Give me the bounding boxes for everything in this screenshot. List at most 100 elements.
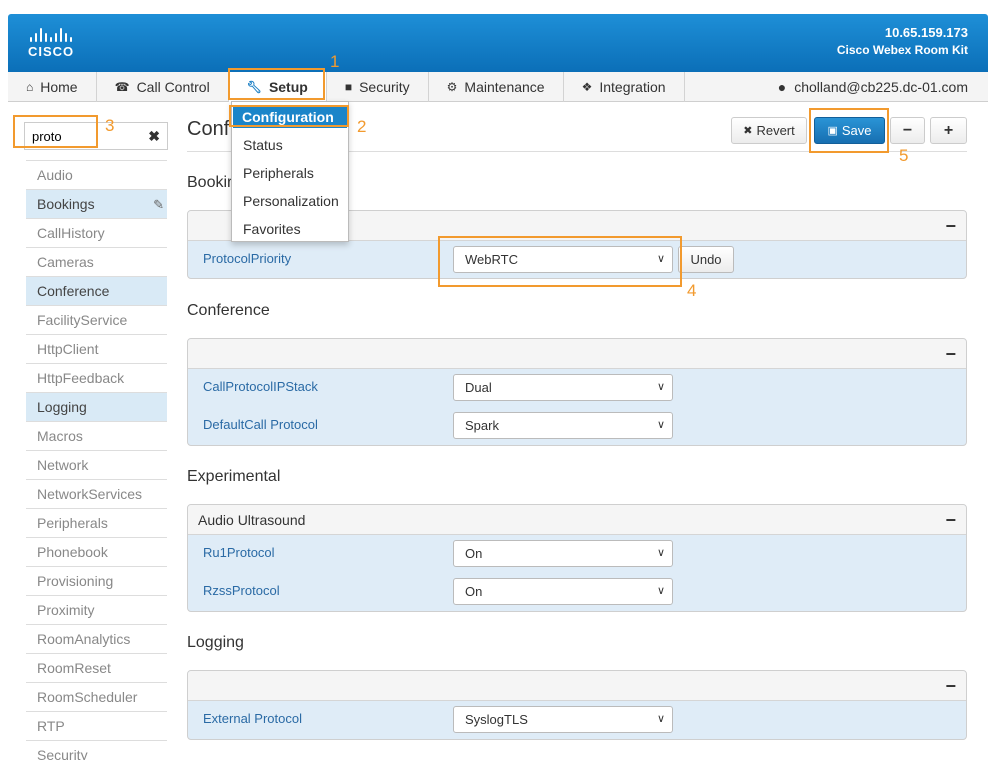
setting-row: External Protocol SyslogTLS ∨ [188, 701, 966, 739]
cisco-logo: CISCO [28, 28, 88, 62]
setting-row: RzssProtocol On ∨ [188, 573, 966, 611]
clear-search-icon[interactable]: ✖ [148, 128, 160, 145]
nav-home[interactable]: ⌂ Home [8, 72, 97, 102]
revert-label: Revert [756, 123, 795, 138]
phone-icon: ☎ [114, 80, 130, 94]
menu-item-favorites[interactable]: Favorites [232, 215, 348, 243]
collapse-all-button[interactable]: − [890, 117, 925, 144]
setting-row: DefaultCall Protocol Spark ∨ [188, 407, 966, 445]
ru1-protocol-select[interactable]: On ∨ [453, 540, 673, 567]
panel-header: Audio Ultrasound − [188, 505, 966, 535]
nav-maintenance-label: Maintenance [464, 79, 545, 95]
sidebar-item-peripherals[interactable]: Peripherals [26, 508, 167, 537]
nav-security-label: Security [359, 79, 410, 95]
collapse-icon[interactable]: − [945, 505, 956, 535]
sidebar-item-audio[interactable]: Audio [26, 160, 167, 189]
setting-label: External Protocol [203, 711, 302, 726]
nav-maintenance[interactable]: ⚙ Maintenance [429, 72, 564, 102]
sidebar-item-cameras[interactable]: Cameras [26, 247, 167, 276]
sidebar-item-callhistory[interactable]: CallHistory [26, 218, 167, 247]
app-header: CISCO 10.65.159.173 Cisco Webex Room Kit [8, 14, 988, 72]
sidebar-item-roomscheduler[interactable]: RoomScheduler [26, 682, 167, 711]
sidebar-item-httpclient[interactable]: HttpClient [26, 334, 167, 363]
menu-item-personalization[interactable]: Personalization [232, 187, 348, 215]
external-protocol-select[interactable]: SyslogTLS ∨ [453, 706, 673, 733]
user-icon: ● [777, 79, 787, 95]
nav-integration[interactable]: ❖ Integration [564, 72, 685, 102]
sidebar-item-macros[interactable]: Macros [26, 421, 167, 450]
collapse-icon[interactable]: − [945, 211, 956, 241]
sidebar-item-facilityservice[interactable]: FacilityService [26, 305, 167, 334]
home-icon: ⌂ [26, 80, 34, 94]
revert-button[interactable]: ✖ Revert [731, 117, 807, 144]
sidebar-item-rtp[interactable]: RTP [26, 711, 167, 740]
sidebar-item-provisioning[interactable]: Provisioning [26, 566, 167, 595]
select-value: Spark [465, 418, 499, 433]
rzss-protocol-select[interactable]: On ∨ [453, 578, 673, 605]
menu-item-peripherals[interactable]: Peripherals [232, 159, 348, 187]
sidebar-item-security[interactable]: Security [26, 740, 167, 760]
callout-number-3: 3 [105, 116, 115, 135]
sidebar-item-roomanalytics[interactable]: RoomAnalytics [26, 624, 167, 653]
setting-row: Ru1Protocol On ∨ [188, 535, 966, 573]
setting-row: CallProtocolIPStack Dual ∨ [188, 369, 966, 407]
callout-number-4: 4 [687, 281, 697, 300]
panel-conference: − CallProtocolIPStack Dual ∨ DefaultCall… [187, 338, 967, 446]
chevron-down-icon: ∨ [656, 419, 665, 431]
collapse-icon[interactable]: − [945, 671, 956, 701]
sidebar-item-logging[interactable]: Logging [26, 392, 167, 421]
sidebar-item-label: Bookings [37, 196, 95, 212]
select-value: On [465, 546, 483, 561]
section-title-bookings: Bookir [187, 174, 233, 191]
collapse-icon[interactable]: − [945, 339, 956, 369]
callout-box-configuration [229, 105, 349, 127]
sidebar-item-network[interactable]: Network [26, 450, 167, 479]
chevron-down-icon: ∨ [656, 381, 665, 393]
setting-label: ProtocolPriority [203, 251, 292, 266]
select-value: SyslogTLS [465, 712, 528, 727]
setting-label: Ru1Protocol [203, 545, 275, 560]
default-call-protocol-select[interactable]: Spark ∨ [453, 412, 673, 439]
nav-security[interactable]: ■ Security [327, 72, 429, 102]
sidebar-item-proximity[interactable]: Proximity [26, 595, 167, 624]
sidebar-item-conference[interactable]: Conference [26, 276, 167, 305]
section-title-conference: Conference [187, 302, 270, 319]
close-icon: ✖ [743, 125, 753, 137]
menu-item-status[interactable]: Status [232, 131, 348, 159]
main-nav: ⌂ Home ☎ Call Control 🔧︎ Setup ■ Securit… [8, 72, 988, 102]
gear-icon: ⚙ [446, 80, 458, 94]
expand-all-button[interactable]: + [930, 117, 967, 144]
setting-label: DefaultCall Protocol [203, 417, 318, 432]
user-menu[interactable]: ● cholland@cb225.dc-01.com [778, 72, 988, 102]
undo-button[interactable]: Undo [678, 246, 734, 273]
section-title-logging: Logging [187, 634, 244, 651]
device-name: Cisco Webex Room Kit [836, 43, 968, 57]
callout-number-1: 1 [330, 52, 340, 71]
nav-call-control-label: Call Control [136, 79, 210, 95]
nav-call-control[interactable]: ☎ Call Control [97, 72, 229, 102]
callout-number-5: 5 [899, 146, 909, 165]
lock-icon: ■ [344, 80, 353, 94]
callout-box-search [13, 115, 98, 148]
select-value: On [465, 584, 483, 599]
sidebar-item-phonebook[interactable]: Phonebook [26, 537, 167, 566]
panel-header: − [188, 339, 966, 369]
sidebar-item-bookings[interactable]: Bookings ✎ [26, 189, 167, 218]
panel-experimental: Audio Ultrasound − Ru1Protocol On ∨ Rzss… [187, 504, 967, 612]
panel-logging: − External Protocol SyslogTLS ∨ [187, 670, 967, 740]
panel-title: Audio Ultrasound [198, 512, 306, 528]
sidebar-item-roomreset[interactable]: RoomReset [26, 653, 167, 682]
sidebar-list: Audio Bookings ✎ CallHistory Cameras Con… [26, 160, 167, 760]
callout-number-2: 2 [357, 117, 367, 136]
puzzle-icon: ❖ [581, 80, 593, 94]
user-email: cholland@cb225.dc-01.com [794, 79, 968, 95]
section-title-experimental: Experimental [187, 468, 281, 485]
chevron-down-icon: ∨ [656, 547, 665, 559]
setting-label: CallProtocolIPStack [203, 379, 318, 394]
sidebar-item-networkservices[interactable]: NetworkServices [26, 479, 167, 508]
panel-header: − [188, 671, 966, 701]
chevron-down-icon: ∨ [656, 585, 665, 597]
callout-box-setup [228, 68, 325, 100]
call-protocol-ipstack-select[interactable]: Dual ∨ [453, 374, 673, 401]
sidebar-item-httpfeedback[interactable]: HttpFeedback [26, 363, 167, 392]
